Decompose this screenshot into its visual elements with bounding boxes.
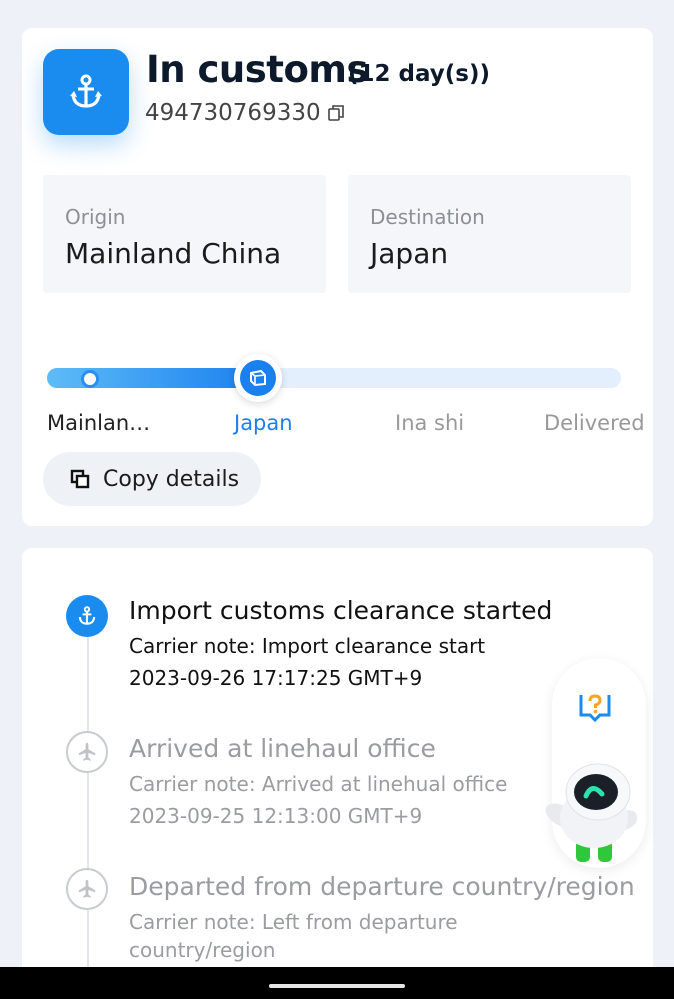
stage-label-origin: Mainlan… [47, 411, 151, 435]
airplane-icon [66, 731, 108, 773]
package-icon [250, 369, 266, 387]
progress-track [47, 368, 621, 388]
system-nav-bar [0, 967, 674, 999]
copy-details-button[interactable]: Copy details [43, 452, 262, 506]
stage-label-delivered: Delivered [544, 411, 645, 435]
origin-stage-dot [81, 370, 99, 388]
anchor-icon [70, 74, 102, 108]
tracking-number: 494730769330 [145, 100, 321, 126]
origin-value: Mainland China [65, 237, 282, 270]
stage-label-destination: Japan [234, 411, 293, 435]
progress-fill [47, 368, 263, 388]
home-indicator[interactable] [269, 984, 405, 988]
event-time: 2023-09-26 17:17:25 GMT+9 [129, 666, 423, 690]
timeline-line [87, 623, 89, 999]
destination-box: Destination Japan [348, 175, 631, 293]
origin-label: Origin [65, 205, 126, 229]
tracking-number-row[interactable]: 494730769330 [145, 100, 345, 126]
stage-label-city: Ina shi [395, 411, 465, 435]
destination-label: Destination [370, 205, 485, 229]
event-title: Arrived at linehaul office [129, 734, 436, 763]
shipment-summary-card: In customs (12 day(s)) 494730769330 Orig… [22, 28, 653, 526]
copy-icon [70, 469, 90, 489]
event-title: Departed from departure country/region [129, 872, 635, 901]
anchor-icon [66, 595, 108, 637]
help-chat-icon[interactable] [576, 688, 614, 726]
event-note: Carrier note: Left from departure countr… [129, 910, 458, 962]
status-icon-box [43, 49, 129, 135]
copy-icon[interactable] [327, 104, 345, 122]
current-stage-marker [234, 354, 282, 402]
event-note: Carrier note: Import clearance start [129, 634, 486, 658]
status-days: (12 day(s)) [348, 61, 491, 87]
origin-box: Origin Mainland China [43, 175, 326, 293]
robot-mascot-icon[interactable] [534, 758, 646, 868]
event-note: Carrier note: Arrived at linehual office [129, 772, 508, 796]
copy-details-label: Copy details [103, 466, 240, 492]
destination-value: Japan [370, 237, 449, 270]
event-time: 2023-09-25 12:13:00 GMT+9 [129, 804, 423, 828]
status-title: In customs [146, 48, 368, 91]
airplane-icon [66, 868, 108, 910]
event-title: Import customs clearance started [129, 596, 553, 625]
